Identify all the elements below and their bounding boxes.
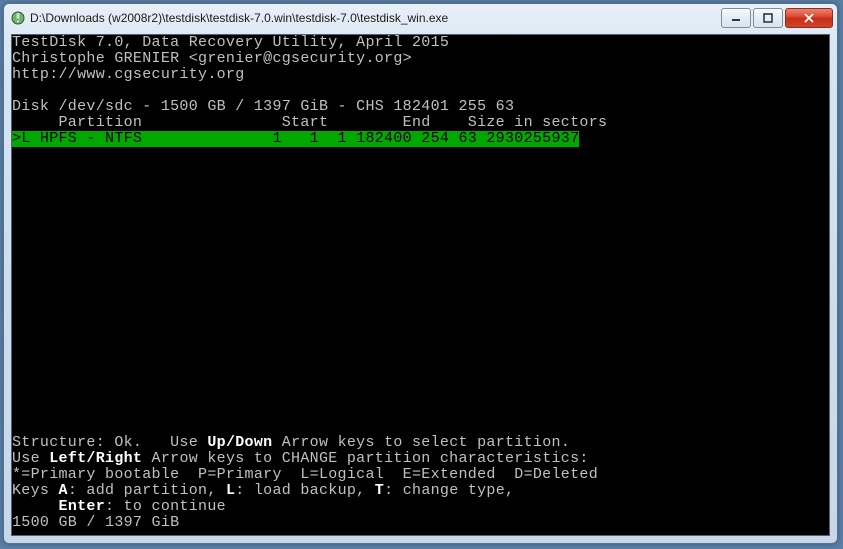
partition-row-selected[interactable]: >L HPFS - NTFS 1 1 1 182400 254 63 29302… bbox=[12, 131, 829, 147]
keys-line: Keys A: add partition, L: load backup, T… bbox=[12, 483, 829, 499]
enter-line: Enter: to continue bbox=[12, 499, 829, 515]
disk-info-line: Disk /dev/sdc - 1500 GB / 1397 GiB - CHS… bbox=[12, 99, 829, 115]
enter-hint: Enter bbox=[59, 498, 106, 515]
terminal-area[interactable]: TestDisk 7.0, Data Recovery Utility, Apr… bbox=[11, 34, 830, 536]
size-line: 1500 GB / 1397 GiB bbox=[12, 515, 829, 531]
app-window: D:\Downloads (w2008r2)\testdisk\testdisk… bbox=[3, 3, 838, 544]
titlebar[interactable]: D:\Downloads (w2008r2)\testdisk\testdisk… bbox=[4, 4, 837, 32]
change-line: Use Left/Right Arrow keys to CHANGE part… bbox=[12, 451, 829, 467]
minimize-icon bbox=[731, 13, 741, 23]
close-icon bbox=[803, 13, 815, 23]
legend-line: *=Primary bootable P=Primary L=Logical E… bbox=[12, 467, 829, 483]
close-button[interactable] bbox=[785, 8, 833, 28]
author-line: Christophe GRENIER <grenier@cgsecurity.o… bbox=[12, 51, 829, 67]
window-controls bbox=[719, 8, 833, 28]
partition-text: >L HPFS - NTFS 1 1 1 182400 254 63 29302… bbox=[12, 131, 579, 147]
blank-line bbox=[12, 83, 829, 99]
window-title: D:\Downloads (w2008r2)\testdisk\testdisk… bbox=[30, 11, 719, 25]
updown-hint: Up/Down bbox=[207, 434, 272, 451]
maximize-icon bbox=[763, 13, 773, 23]
header-line: TestDisk 7.0, Data Recovery Utility, Apr… bbox=[12, 35, 829, 51]
columns-header: Partition Start End Size in sectors bbox=[12, 115, 829, 131]
terminal-content: TestDisk 7.0, Data Recovery Utility, Apr… bbox=[12, 35, 829, 531]
maximize-button[interactable] bbox=[753, 8, 783, 28]
url-line: http://www.cgsecurity.org bbox=[12, 67, 829, 83]
structure-line: Structure: Ok. Use Up/Down Arrow keys to… bbox=[12, 435, 829, 451]
minimize-button[interactable] bbox=[721, 8, 751, 28]
app-icon bbox=[10, 10, 26, 26]
leftright-hint: Left/Right bbox=[49, 450, 142, 467]
